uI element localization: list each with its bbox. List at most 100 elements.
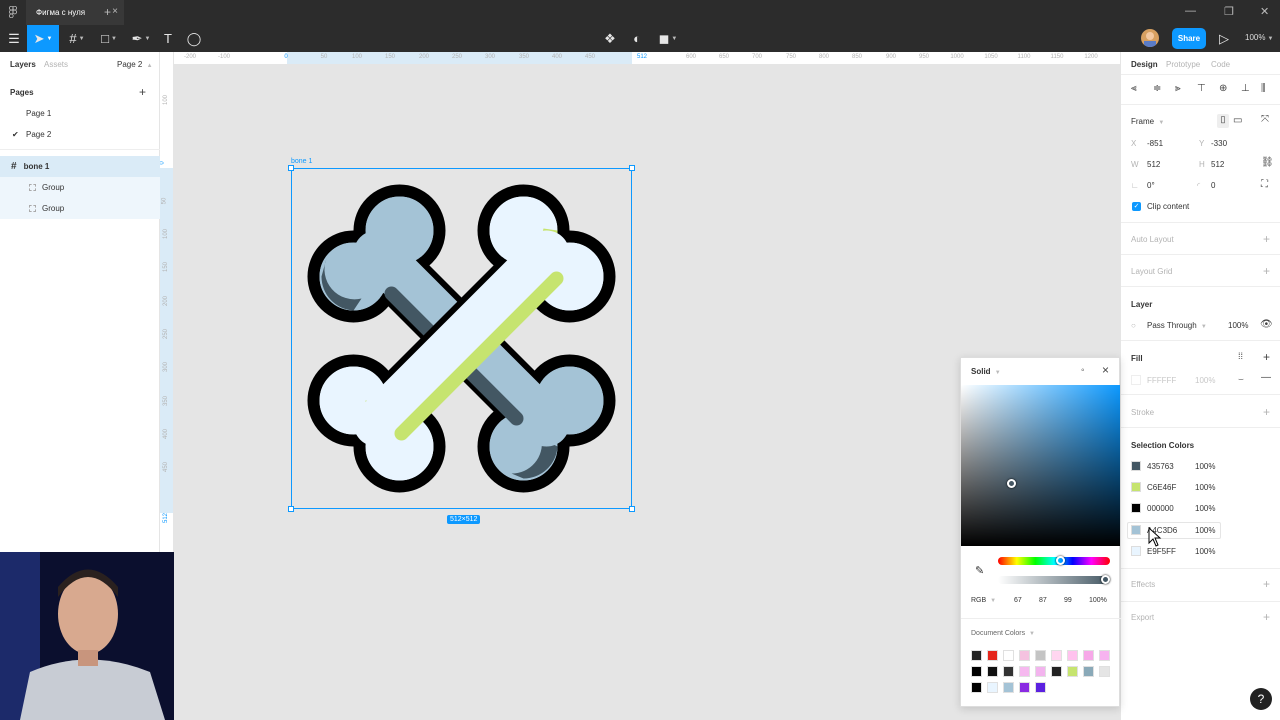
- align-right-icon[interactable]: ⫸: [1175, 83, 1181, 94]
- figma-logo-icon[interactable]: [8, 6, 18, 18]
- document-colors-dropdown[interactable]: Document Colors ▼: [971, 630, 1035, 637]
- document-color-swatch[interactable]: [1083, 666, 1094, 677]
- portrait-icon[interactable]: ▯: [1217, 114, 1229, 128]
- tab-layers[interactable]: Layers: [10, 60, 36, 69]
- color-swatch[interactable]: [1131, 482, 1141, 492]
- document-color-swatch[interactable]: [971, 682, 982, 693]
- color-swatch[interactable]: [1131, 461, 1141, 471]
- eye-icon[interactable]: 👁: [1260, 319, 1273, 330]
- layer-frame-bone[interactable]: # bone 1: [0, 156, 160, 177]
- fill-opacity[interactable]: 100%: [1195, 376, 1215, 385]
- x-input[interactable]: -851: [1147, 139, 1163, 148]
- add-page-icon[interactable]: +: [139, 85, 146, 99]
- remove-fill-icon[interactable]: —: [1261, 372, 1271, 383]
- frame-tool-button[interactable]: # ▼: [62, 25, 92, 52]
- color-opacity[interactable]: 100%: [1195, 504, 1215, 513]
- page-switcher[interactable]: Page 2 ▲: [117, 60, 153, 69]
- clip-content-checkbox[interactable]: ✓: [1132, 202, 1141, 211]
- pen-tool-button[interactable]: ✒ ▼: [126, 25, 156, 52]
- page-item-2[interactable]: Page 2: [26, 130, 51, 139]
- y-input[interactable]: -330: [1211, 139, 1227, 148]
- document-color-swatch[interactable]: [1019, 650, 1030, 661]
- frame-preset-dropdown[interactable]: Frame ▼: [1131, 117, 1164, 126]
- color-model-dropdown[interactable]: RGB ▼: [971, 597, 996, 604]
- align-top-icon[interactable]: ⊤: [1197, 83, 1206, 94]
- color-opacity[interactable]: 100%: [1195, 547, 1215, 556]
- restore-icon[interactable]: ❐: [1224, 5, 1234, 18]
- comment-tool-button[interactable]: ◯: [184, 25, 204, 52]
- text-tool-button[interactable]: T: [158, 25, 178, 52]
- document-color-swatch[interactable]: [987, 666, 998, 677]
- saturation-brightness-area[interactable]: [961, 385, 1120, 546]
- hue-slider[interactable]: [998, 557, 1110, 565]
- mask-icon[interactable]: ◐: [627, 25, 647, 52]
- layer-group[interactable]: Group: [0, 177, 160, 198]
- color-opacity[interactable]: 100%: [1195, 526, 1215, 535]
- fill-hex[interactable]: FFFFFF: [1147, 376, 1176, 385]
- eyedropper-icon[interactable]: ✎: [975, 564, 984, 577]
- zoom-dropdown[interactable]: 100% ▼: [1245, 33, 1273, 42]
- color-swatch[interactable]: [1131, 546, 1141, 556]
- height-input[interactable]: 512: [1211, 160, 1224, 169]
- distribute-icon[interactable]: ⫼: [1261, 83, 1266, 94]
- document-color-swatch[interactable]: [1019, 666, 1030, 677]
- color-swatch[interactable]: [1131, 503, 1141, 513]
- resize-handle[interactable]: [629, 506, 635, 512]
- document-color-swatch[interactable]: [1035, 682, 1046, 693]
- color-hex[interactable]: 000000: [1147, 504, 1174, 513]
- document-color-swatch[interactable]: [1003, 682, 1014, 693]
- document-color-swatch[interactable]: [1003, 650, 1014, 661]
- color-hex[interactable]: 435763: [1147, 462, 1174, 471]
- b-input[interactable]: 99: [1064, 597, 1072, 604]
- share-button[interactable]: Share: [1172, 28, 1206, 49]
- r-input[interactable]: 67: [1014, 597, 1022, 604]
- align-middle-v-icon[interactable]: ⊕: [1219, 83, 1227, 94]
- add-stroke-icon[interactable]: +: [1263, 405, 1270, 419]
- document-color-swatch[interactable]: [987, 682, 998, 693]
- document-color-swatch[interactable]: [1003, 666, 1014, 677]
- present-button[interactable]: ▷: [1215, 25, 1233, 52]
- document-color-swatch[interactable]: [1035, 650, 1046, 661]
- add-layout-grid-icon[interactable]: +: [1263, 264, 1270, 278]
- document-color-swatch[interactable]: [987, 650, 998, 661]
- g-input[interactable]: 87: [1039, 597, 1047, 604]
- tab-prototype[interactable]: Prototype: [1166, 60, 1200, 69]
- color-opacity[interactable]: 100%: [1195, 483, 1215, 492]
- alpha-input[interactable]: 100%: [1089, 597, 1107, 604]
- tab-assets[interactable]: Assets: [44, 60, 68, 69]
- document-color-swatch[interactable]: [1099, 650, 1110, 661]
- color-knob[interactable]: [1007, 479, 1016, 488]
- selection-box[interactable]: [288, 165, 635, 512]
- hue-knob[interactable]: [1056, 556, 1065, 565]
- add-effect-icon[interactable]: +: [1263, 577, 1270, 591]
- blend-drop-icon[interactable]: ◦: [1081, 365, 1085, 376]
- document-color-swatch[interactable]: [1035, 666, 1046, 677]
- color-opacity[interactable]: 100%: [1195, 462, 1215, 471]
- document-color-swatch[interactable]: [1019, 682, 1030, 693]
- main-menu-icon[interactable]: ☰: [2, 25, 26, 52]
- layer-group[interactable]: Group: [0, 198, 160, 219]
- document-color-swatch[interactable]: [1083, 650, 1094, 661]
- hidden-eye-icon[interactable]: ⌣: [1238, 374, 1244, 385]
- independent-corners-icon[interactable]: ⛶: [1261, 179, 1268, 190]
- rotation-input[interactable]: 0°: [1147, 181, 1155, 190]
- resize-handle[interactable]: [629, 165, 635, 171]
- frame-label[interactable]: bone 1: [291, 158, 312, 165]
- component-icon[interactable]: ❖: [600, 25, 620, 52]
- color-hex[interactable]: E9F5FF: [1147, 547, 1176, 556]
- move-tool-button[interactable]: ➤ ▼: [27, 25, 59, 52]
- landscape-icon[interactable]: ▭: [1233, 115, 1242, 126]
- document-color-swatch[interactable]: [1099, 666, 1110, 677]
- tab-code[interactable]: Code: [1211, 60, 1230, 69]
- width-input[interactable]: 512: [1147, 160, 1160, 169]
- document-color-swatch[interactable]: [1051, 650, 1062, 661]
- align-center-h-icon[interactable]: ≑: [1153, 83, 1161, 94]
- align-bottom-icon[interactable]: ⊥: [1241, 83, 1250, 94]
- document-color-swatch[interactable]: [1067, 666, 1078, 677]
- shape-tool-button[interactable]: □ ▼: [94, 25, 124, 52]
- close-icon[interactable]: ×: [1102, 363, 1109, 377]
- avatar[interactable]: [1141, 29, 1159, 47]
- close-tab-icon[interactable]: ×: [112, 6, 118, 17]
- color-hex[interactable]: C6E46F: [1147, 483, 1176, 492]
- tab-design[interactable]: Design: [1131, 60, 1158, 69]
